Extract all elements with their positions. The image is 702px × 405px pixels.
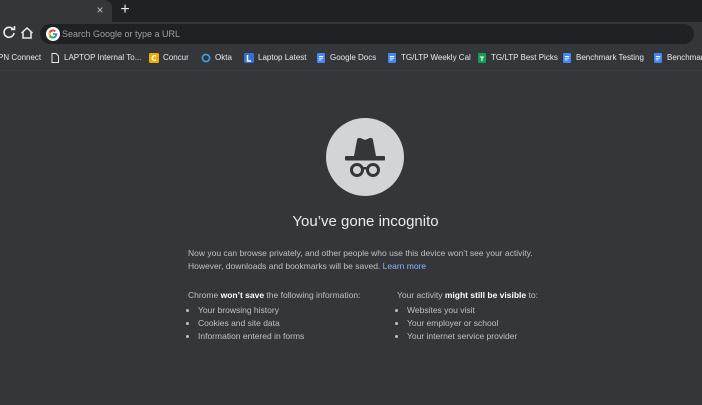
bookmark-concur[interactable]: Concur [149, 51, 194, 65]
bookmark-label: Laptop Latest [258, 53, 307, 62]
incognito-logo [326, 118, 404, 196]
bookmark-okta[interactable]: Okta [201, 51, 238, 65]
bookmark-label: Concur [163, 53, 189, 62]
wont-save-list: Your browsing history Cookies and site d… [188, 304, 378, 343]
sheets-icon [478, 53, 486, 63]
bookmark-tg-ltp-weekly-cal[interactable]: TG/LTP Weekly Cal [387, 51, 471, 65]
close-tab-icon[interactable]: × [93, 3, 107, 17]
wont-save-section: Chrome won’t save the following informat… [188, 289, 378, 343]
still-visible-list: Websites you visit Your employer or scho… [397, 304, 587, 343]
page-icon [51, 53, 59, 63]
bookmark-pn-connect[interactable]: PN Connect [0, 51, 42, 65]
heading-bold: might still be visible [444, 290, 527, 300]
learn-more-link[interactable]: Learn more [383, 261, 426, 271]
toolbar [0, 22, 702, 46]
incognito-tab[interactable]: × [0, 0, 112, 22]
incognito-description: Now you can browse privately, and other … [188, 247, 548, 273]
heading-text: to: [526, 290, 538, 300]
okta-icon [201, 53, 211, 63]
still-visible-heading: Your activity might still be visible to: [397, 289, 587, 302]
bookmark-label: Benchmark Testing [576, 53, 644, 62]
bookmark-benchmark[interactable]: Benchmark [653, 51, 702, 65]
list-item: Your browsing history [198, 304, 378, 317]
docs-icon [317, 53, 325, 63]
bookmark-tg-ltp-best-picks[interactable]: TG/LTP Best Picks [477, 51, 558, 65]
incognito-icon [345, 137, 385, 177]
heading-text: Your activity [397, 290, 445, 300]
bookmark-label: Google Docs [330, 53, 377, 62]
blue-l-icon [244, 53, 254, 63]
bookmarks-bar: PN Connect LAPTOP Internal To... Concur … [0, 46, 702, 71]
bookmark-benchmark-testing[interactable]: Benchmark Testing [562, 51, 644, 65]
concur-icon [149, 53, 159, 63]
bookmark-laptop-internal[interactable]: LAPTOP Internal To... [50, 51, 142, 65]
bookmark-label: Okta [215, 53, 232, 62]
still-visible-section: Your activity might still be visible to:… [397, 289, 587, 343]
bookmark-label: LAPTOP Internal To... [64, 53, 142, 62]
home-icon[interactable] [19, 25, 35, 41]
wont-save-heading: Chrome won’t save the following informat… [188, 289, 378, 302]
list-item: Cookies and site data [198, 317, 378, 330]
bookmark-label: Benchmark [667, 53, 702, 62]
tab-strip: × + [0, 0, 702, 22]
description-text: Now you can browse privately, and other … [188, 248, 533, 271]
omnibox-input[interactable] [62, 24, 662, 44]
docs-icon [654, 53, 662, 63]
google-icon [46, 27, 60, 41]
page-title: You’ve gone incognito [292, 213, 439, 230]
reload-icon[interactable] [1, 25, 17, 41]
bookmark-label: PN Connect [0, 53, 42, 62]
heading-bold: won’t save [220, 290, 265, 300]
list-item: Your employer or school [407, 317, 587, 330]
bookmark-label: TG/LTP Weekly Cal [401, 53, 471, 62]
list-item: Your internet service provider [407, 330, 587, 343]
omnibox[interactable] [40, 24, 694, 44]
bookmark-google-docs[interactable]: Google Docs [316, 51, 378, 65]
new-tab-button[interactable]: + [117, 1, 133, 19]
list-item: Websites you visit [407, 304, 587, 317]
bookmark-laptop-latest[interactable]: Laptop Latest [244, 51, 308, 65]
list-item: Information entered in forms [198, 330, 378, 343]
heading-text: Chrome [188, 290, 221, 300]
bookmark-label: TG/LTP Best Picks [491, 53, 558, 62]
heading-text: the following information: [264, 290, 361, 300]
docs-icon [563, 53, 571, 63]
docs-icon [388, 53, 396, 63]
